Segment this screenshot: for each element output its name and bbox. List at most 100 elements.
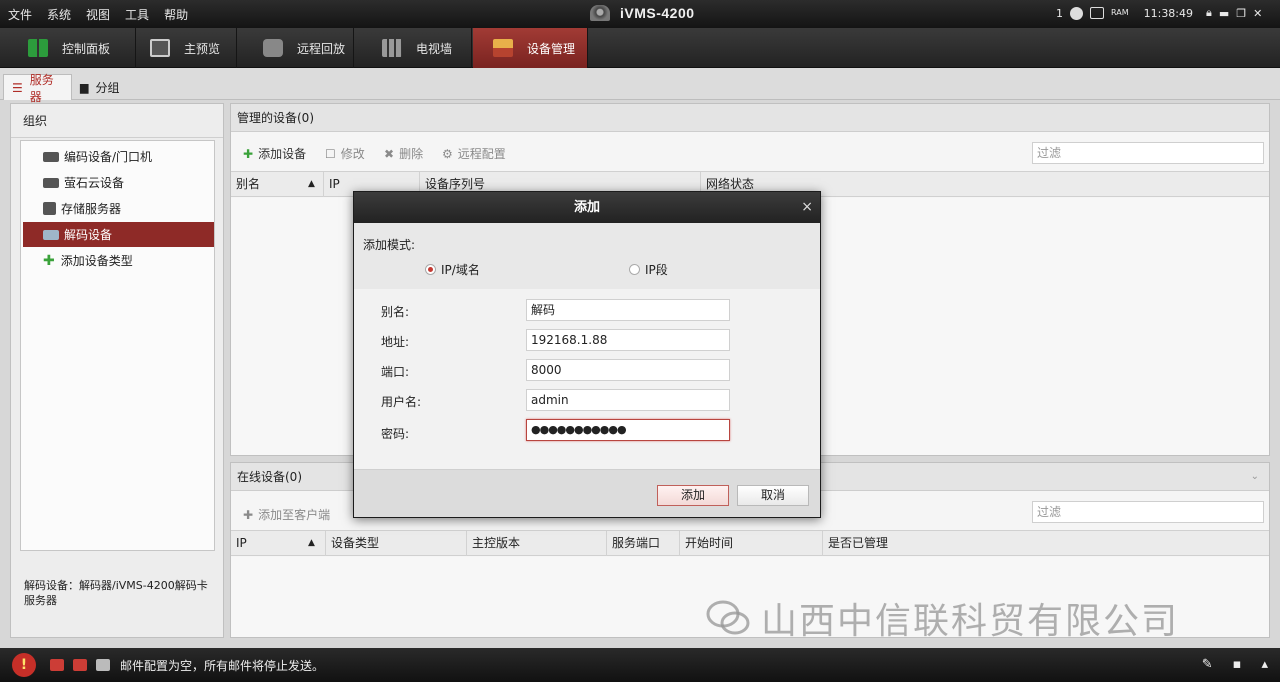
device-type-description: 解码设备：解码器/iVMS-4200解码卡服务器 — [24, 579, 208, 607]
tree-item-ezviz-device[interactable]: 萤石云设备 — [23, 170, 214, 195]
managed-toolbar: ✚ 添加设备 ☐ 修改 ✖ 删除 ⚙ 远程配置 过滤 — [231, 138, 1269, 168]
tab-remote-playback[interactable]: 远程回放 — [237, 28, 354, 68]
add-device-dialog: 添加 × 添加模式: IP/域名 IP段 别名: 解码 地址: 192168.1… — [353, 191, 821, 518]
tab-main-view[interactable]: 主预览 — [136, 28, 237, 68]
delete-icon: ✖ — [384, 146, 395, 161]
tree-item-label: 添加设备类型 — [60, 254, 133, 268]
username-input[interactable]: admin — [526, 389, 730, 411]
panel-title: 管理的设备(0) — [231, 104, 1269, 132]
main-view-icon — [150, 39, 170, 57]
encoder-icon — [43, 151, 59, 162]
menu-help[interactable]: 帮助 — [164, 6, 188, 23]
device-type-tree: 编码设备/门口机 萤石云设备 存储服务器 解码设备 ✚ 添加设备类型 — [20, 140, 215, 551]
watermark-text: 山西中信联科贸有限公司 — [761, 601, 1180, 642]
modify-button[interactable]: ☐ 修改 — [325, 145, 365, 162]
pin-icon[interactable]: ✎ — [1202, 657, 1213, 672]
column-ip[interactable]: IP ▲ — [231, 531, 323, 556]
device-management-icon — [493, 39, 513, 57]
app-title: iVMS-4200 — [590, 5, 695, 21]
menu-bar: 文件 系统 视图 工具 帮助 — [8, 6, 203, 23]
tree-item-storage-server[interactable]: 存储服务器 — [23, 196, 214, 221]
cpu-icon[interactable] — [1090, 7, 1104, 19]
tree-item-encoding-device[interactable]: 编码设备/门口机 — [23, 144, 214, 169]
control-panel-icon — [28, 39, 48, 57]
server-icon: ☰ — [12, 80, 23, 95]
subtab-group[interactable]: ▆ 分组 — [72, 74, 127, 100]
radio-unselected-icon — [629, 264, 640, 275]
alias-label: 别名: — [381, 305, 410, 319]
menu-file[interactable]: 文件 — [8, 6, 32, 23]
menu-view[interactable]: 视图 — [86, 6, 110, 23]
column-device-type[interactable]: 设备类型 — [325, 531, 465, 556]
port-row: 端口: 8000 — [354, 359, 820, 383]
tab-control-panel[interactable]: 控制面板 — [0, 28, 136, 68]
sound-icon[interactable] — [96, 659, 110, 671]
alias-input[interactable]: 解码 — [526, 299, 730, 321]
plus-icon: ✚ — [43, 252, 55, 269]
column-managed[interactable]: 是否已管理 — [822, 531, 1269, 556]
plus-icon: ✚ — [243, 507, 254, 522]
alarm-icon[interactable] — [50, 659, 64, 671]
mode-ip-domain-radio[interactable]: IP/域名 — [425, 261, 480, 278]
password-label: 密码: — [381, 427, 410, 441]
port-label: 端口: — [381, 365, 410, 379]
remote-config-button[interactable]: ⚙ 远程配置 — [442, 145, 506, 162]
cloud-device-icon — [43, 177, 59, 188]
button-label: 修改 — [340, 147, 365, 161]
close-icon[interactable]: × — [801, 192, 813, 223]
alarm-event-icon[interactable] — [73, 659, 87, 671]
tree-item-label: 编码设备/门口机 — [64, 150, 153, 164]
tab-label: 远程回放 — [297, 41, 346, 56]
add-confirm-button[interactable]: 添加 — [657, 485, 729, 506]
username-row: 用户名: admin — [354, 389, 820, 413]
camera-logo-icon — [590, 5, 610, 21]
alias-row: 别名: 解码 — [354, 299, 820, 323]
address-input[interactable]: 192168.1.88 — [526, 329, 730, 351]
column-service-port[interactable]: 服务端口 — [606, 531, 678, 556]
address-row: 地址: 192168.1.88 — [354, 329, 820, 353]
close-app-icon[interactable]: ✕ — [1253, 7, 1262, 20]
mode-ip-range-radio[interactable]: IP段 — [629, 261, 668, 278]
column-start-time[interactable]: 开始时间 — [679, 531, 822, 556]
minimize-icon[interactable]: ▬ — [1219, 7, 1229, 20]
add-to-client-button[interactable]: ✚ 添加至客户端 — [243, 506, 330, 523]
tree-item-decoding-device[interactable]: 解码设备 — [23, 222, 214, 247]
column-firmware[interactable]: 主控版本 — [466, 531, 606, 556]
panel-title: 组织 — [11, 104, 223, 138]
app-title-text: iVMS-4200 — [620, 5, 695, 21]
button-label: 远程配置 — [457, 147, 506, 161]
tab-video-wall[interactable]: 电视墙 — [354, 28, 472, 68]
filter-input[interactable]: 过滤 — [1032, 501, 1264, 523]
column-label: 别名 — [236, 177, 261, 191]
menu-system[interactable]: 系统 — [47, 6, 71, 23]
warning-icon[interactable]: ! — [12, 653, 36, 677]
radio-selected-icon — [425, 264, 436, 275]
column-label: IP — [236, 536, 247, 550]
window-icon[interactable]: ▪ — [1233, 657, 1242, 672]
column-alias[interactable]: 别名 ▲ — [231, 172, 321, 197]
username-label: 用户名: — [381, 395, 422, 409]
port-input[interactable]: 8000 — [526, 359, 730, 381]
subtab-server[interactable]: ☰ 服务器 — [3, 73, 72, 104]
add-device-button[interactable]: ✚ 添加设备 — [243, 145, 306, 162]
globe-icon[interactable] — [1070, 6, 1083, 20]
tree-item-add-device-type[interactable]: ✚ 添加设备类型 — [23, 248, 214, 273]
collapse-icon[interactable]: ▴ — [1261, 657, 1268, 672]
tab-label: 主预览 — [184, 41, 221, 56]
restore-icon[interactable]: ❐ — [1236, 7, 1246, 20]
subtab-label: 分组 — [95, 80, 120, 95]
online-table-header: IP ▲ 设备类型 主控版本 服务端口 开始时间 是否已管理 — [231, 530, 1269, 556]
delete-button[interactable]: ✖ 删除 — [384, 145, 423, 162]
menu-tools[interactable]: 工具 — [125, 6, 149, 23]
collapse-icon[interactable]: ⌄ — [1251, 463, 1259, 491]
edit-icon: ☐ — [325, 146, 336, 161]
cancel-button[interactable]: 取消 — [737, 485, 809, 506]
wechat-icon — [706, 600, 750, 635]
filter-input[interactable]: 过滤 — [1032, 142, 1264, 164]
lock-icon[interactable]: 🔒︎ — [1206, 6, 1212, 20]
address-label: 地址: — [381, 335, 410, 349]
ram-label: RAM — [1111, 8, 1129, 17]
sort-asc-icon: ▲ — [308, 538, 315, 548]
password-input[interactable]: ●●●●●●●●●●● — [526, 419, 730, 441]
tab-device-management[interactable]: 设备管理 — [473, 28, 588, 68]
